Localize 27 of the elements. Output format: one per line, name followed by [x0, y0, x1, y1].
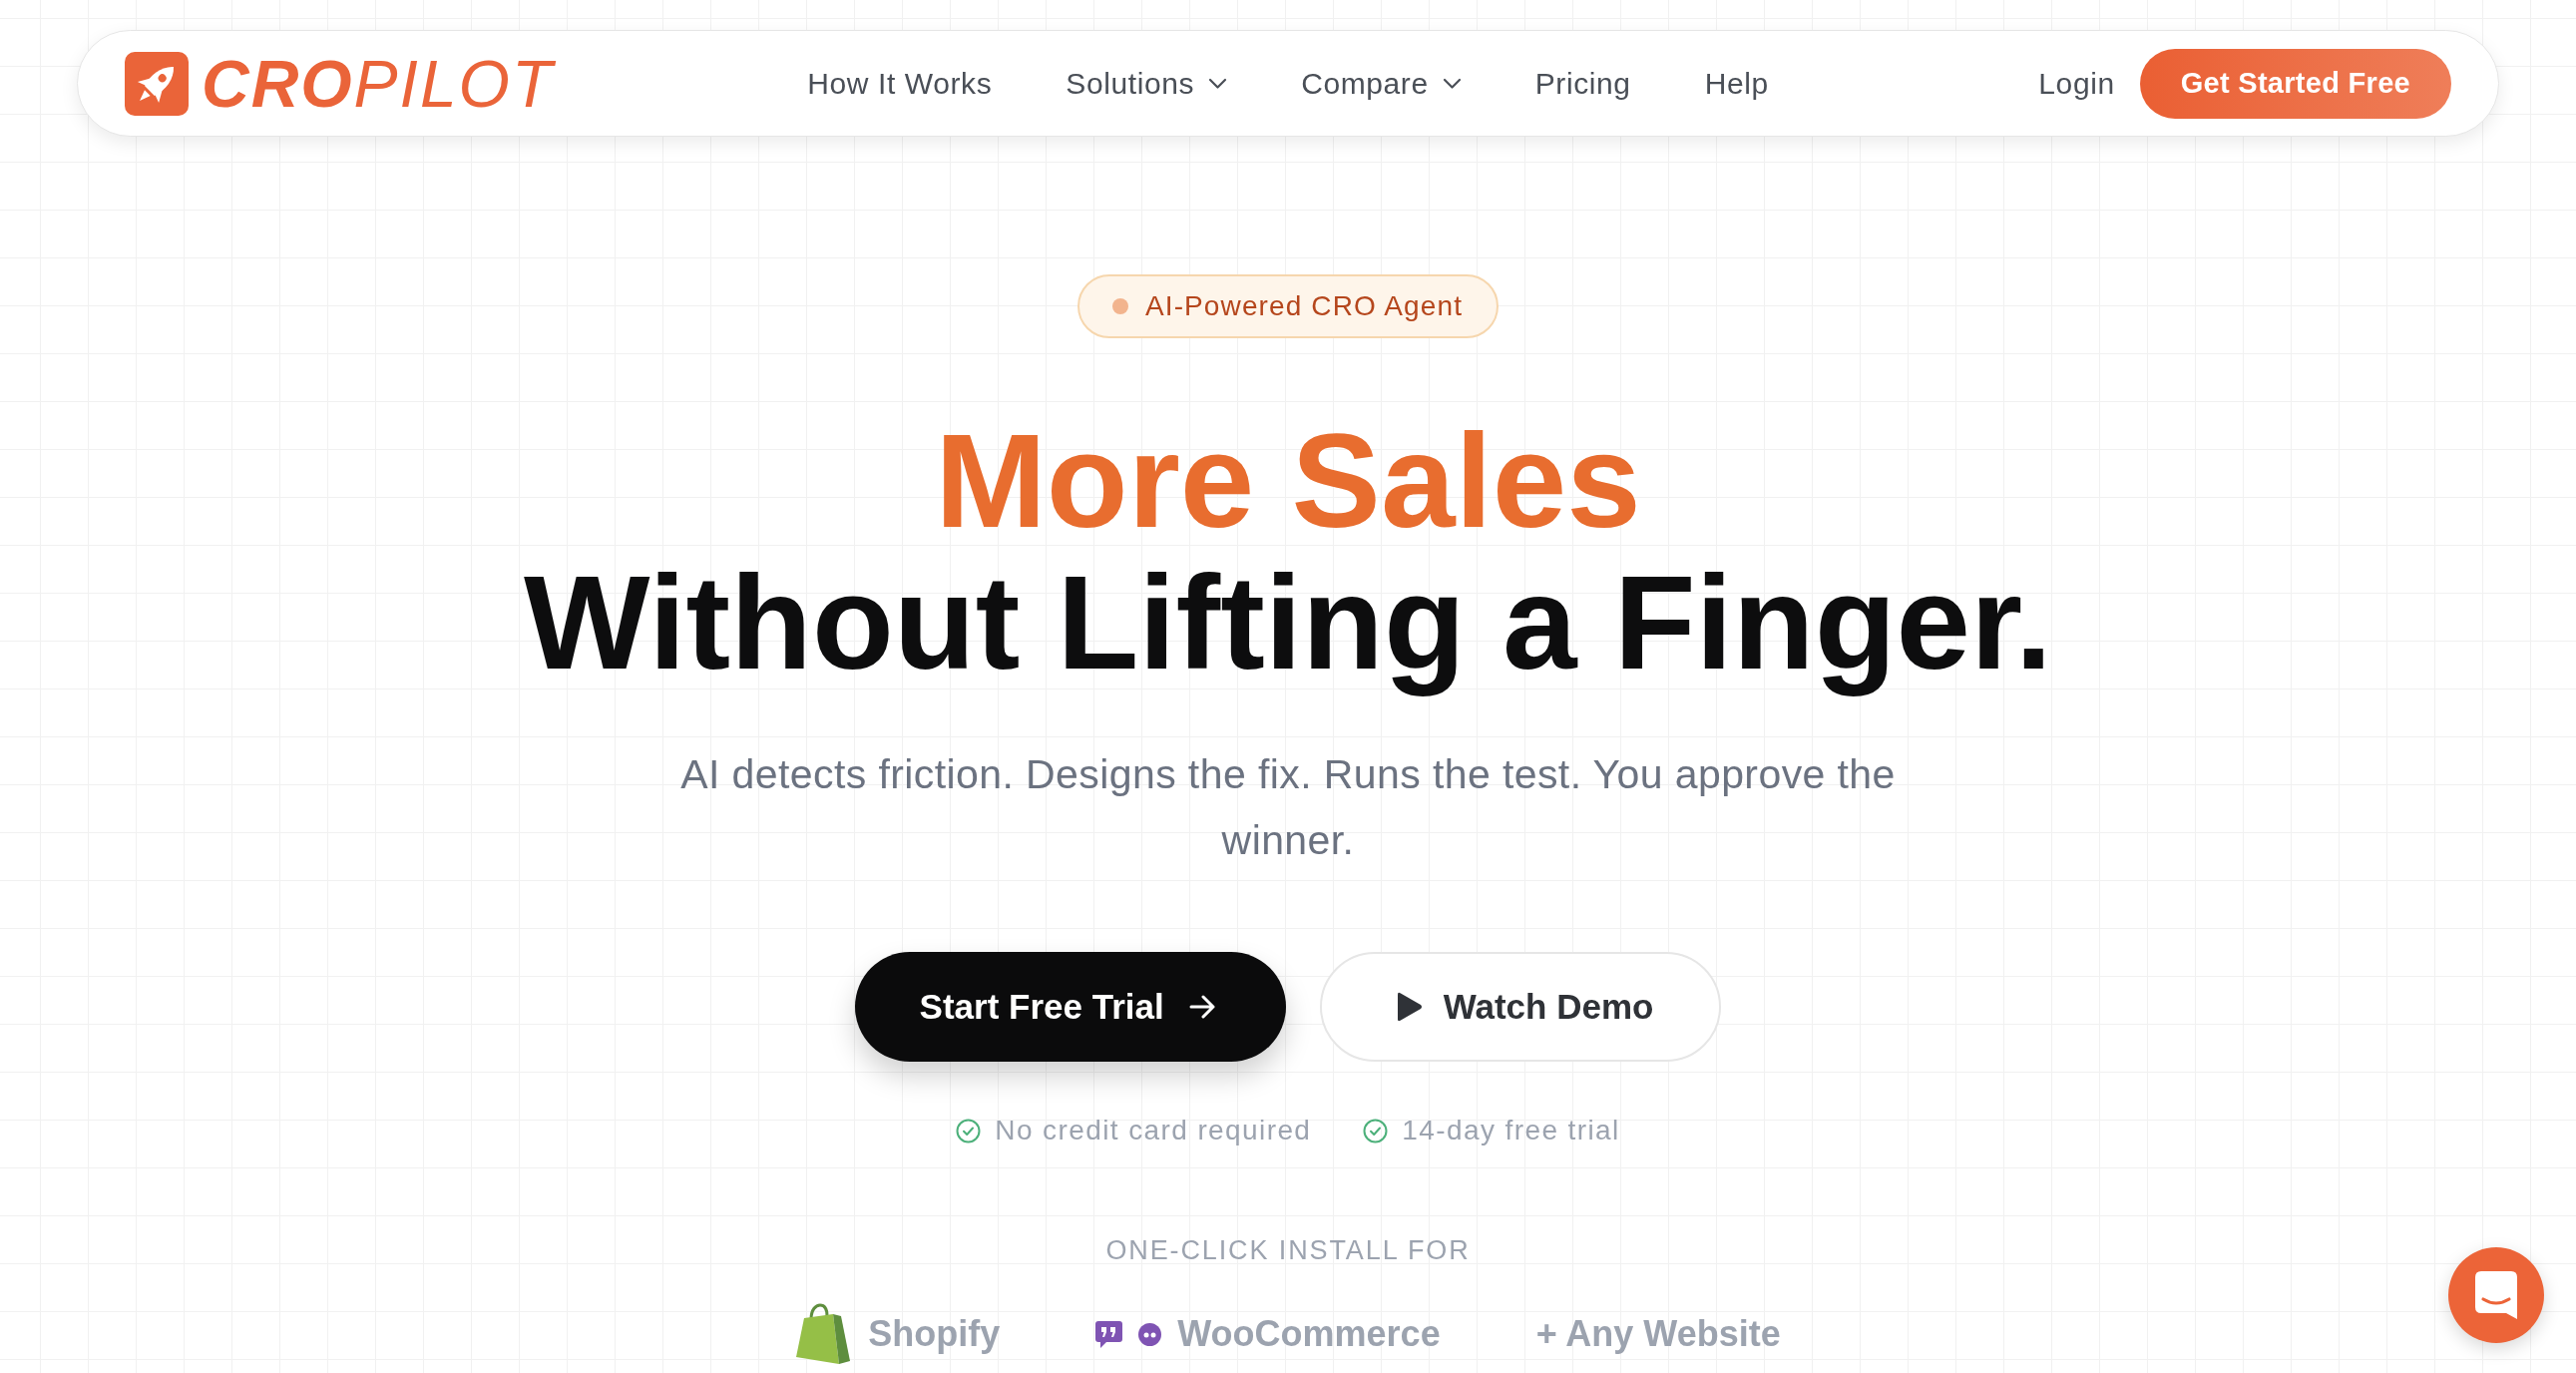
- speech-bubble-icon: [1095, 1320, 1123, 1348]
- install-label: ONE-CLICK INSTALL FOR: [1105, 1234, 1471, 1267]
- start-trial-button[interactable]: Start Free Trial: [854, 952, 1286, 1062]
- chevron-down-icon: [1442, 77, 1462, 90]
- dots-circle-icon: [1138, 1322, 1162, 1346]
- chat-icon: [2475, 1271, 2517, 1319]
- platform-name: Shopify: [868, 1312, 1001, 1356]
- chevron-down-icon: [1208, 77, 1228, 90]
- login-link[interactable]: Login: [2038, 65, 2115, 102]
- arrow-right-icon: [1187, 993, 1216, 1021]
- rocket-logo-icon: [125, 51, 189, 116]
- watch-demo-button[interactable]: Watch Demo: [1319, 952, 1722, 1062]
- nav-link[interactable]: How It Works: [807, 65, 993, 102]
- perk-text: 14-day free trial: [1402, 1114, 1620, 1147]
- check-circle-icon: [956, 1118, 982, 1144]
- nav-link[interactable]: Help: [1704, 65, 1769, 102]
- check-circle-icon: [1363, 1118, 1389, 1144]
- nav-link[interactable]: Pricing: [1534, 65, 1631, 102]
- platform-name: + Any Website: [1535, 1312, 1781, 1356]
- nav-link[interactable]: Compare: [1301, 65, 1462, 102]
- shopping-bag-icon: [795, 1303, 852, 1365]
- perk-text: No credit card required: [995, 1114, 1312, 1147]
- badge-label: AI-Powered CRO Agent: [1144, 289, 1464, 323]
- nav-link[interactable]: Solutions: [1066, 65, 1228, 102]
- subtitle-text: AI detects friction. Designs the fix. Runs the test. You approve the winner.: [679, 750, 1897, 865]
- dot-icon: [1111, 298, 1128, 314]
- platform-name: WooCommerce: [1177, 1312, 1441, 1356]
